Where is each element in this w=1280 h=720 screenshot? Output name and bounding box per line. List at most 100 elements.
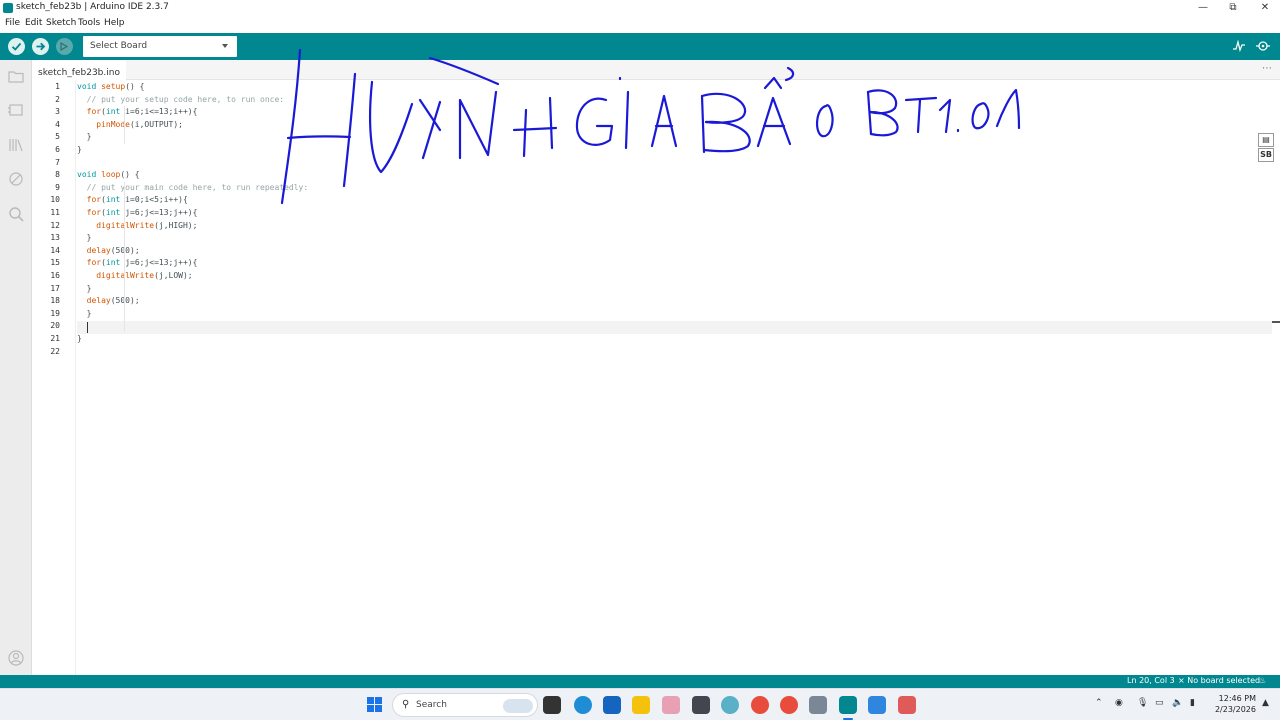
- cursor-position: Ln 20, Col 3: [1127, 676, 1175, 685]
- serial-monitor-icon[interactable]: [1256, 39, 1270, 53]
- code-line[interactable]: // put your main code here, to run repea…: [77, 182, 309, 195]
- windows-taskbar: ⚲ Search ⌃ ◉ 🎙 ▭ 🔈 ▮ 12:46 PM 2/23/2026 …: [0, 688, 1280, 720]
- windows-logo-icon: [367, 697, 374, 704]
- edge-icon[interactable]: [574, 696, 592, 714]
- line-number: 7: [55, 157, 60, 167]
- side-panel-badge[interactable]: SB: [1258, 148, 1274, 162]
- snipping-tool-icon[interactable]: [898, 696, 916, 714]
- code-area[interactable]: void setup() { // put your setup code he…: [77, 80, 1267, 675]
- text-cursor: [87, 322, 88, 333]
- notifications-icon[interactable]: ▲: [1262, 698, 1269, 708]
- serial-plotter-icon[interactable]: [1232, 39, 1246, 53]
- microphone-icon[interactable]: 🎙: [1137, 698, 1148, 708]
- clock-time: 12:46 PM: [1218, 694, 1256, 703]
- code-line[interactable]: }: [77, 144, 82, 157]
- display-icon[interactable]: ▭: [1155, 698, 1164, 708]
- line-number: 10: [50, 195, 60, 205]
- boards-manager-icon[interactable]: [7, 101, 25, 119]
- photos-app-icon[interactable]: [868, 696, 886, 714]
- code-line[interactable]: delay(500);: [77, 295, 140, 308]
- verify-button[interactable]: [8, 38, 25, 55]
- code-line[interactable]: }: [77, 131, 92, 144]
- line-number: 1: [55, 82, 60, 91]
- code-line[interactable]: void setup() {: [77, 81, 144, 94]
- outline-icon[interactable]: ▤: [1258, 133, 1274, 147]
- library-manager-icon[interactable]: [7, 136, 25, 154]
- code-line[interactable]: }: [77, 308, 92, 321]
- word-app-icon[interactable]: [603, 696, 621, 714]
- arrow-right-icon: [36, 42, 46, 51]
- code-line[interactable]: digitalWrite(j,LOW);: [77, 270, 192, 283]
- close-button[interactable]: ✕: [1250, 0, 1280, 16]
- code-line[interactable]: }: [77, 333, 82, 346]
- task-view-icon[interactable]: [543, 696, 561, 714]
- line-number: 8: [55, 170, 60, 180]
- tab-label: sketch_feb23b.ino: [38, 68, 120, 78]
- menu-bar: File Edit Sketch Tools Help: [0, 16, 1280, 32]
- code-line[interactable]: void loop() {: [77, 169, 140, 182]
- start-button[interactable]: [367, 697, 383, 713]
- chrome-icon[interactable]: [751, 696, 769, 714]
- board-status[interactable]: × No board selected: [1178, 676, 1260, 685]
- volume-icon[interactable]: 🔈: [1172, 698, 1183, 708]
- line-number: 14: [50, 245, 60, 255]
- code-line[interactable]: [77, 320, 87, 333]
- maximize-button[interactable]: ⧉: [1218, 0, 1248, 16]
- line-number: 9: [55, 182, 60, 192]
- menu-help[interactable]: Help: [104, 18, 125, 28]
- line-number: 15: [50, 258, 60, 268]
- code-line[interactable]: }: [77, 283, 92, 296]
- more-options-icon[interactable]: ⋯: [1262, 63, 1272, 74]
- line-number: 11: [50, 208, 60, 217]
- app-tray-icon[interactable]: ◉: [1115, 698, 1123, 708]
- debug-panel-icon[interactable]: [7, 170, 25, 188]
- scrollbar-marker: [1272, 321, 1280, 323]
- menu-sketch[interactable]: Sketch: [46, 18, 76, 28]
- code-line[interactable]: for(int j=6;j<=13;j++){: [77, 207, 198, 220]
- battery-icon[interactable]: ▮: [1190, 698, 1195, 708]
- chevron-down-icon: [222, 44, 228, 48]
- tab-sketch-file[interactable]: sketch_feb23b.ino: [32, 60, 126, 80]
- code-line[interactable]: for(int i=0;i<5;i++){: [77, 194, 188, 207]
- taskbar-search[interactable]: ⚲ Search: [392, 693, 538, 717]
- line-number: 21: [50, 334, 60, 343]
- code-line[interactable]: delay(500);: [77, 245, 140, 258]
- indent-guide: [124, 182, 125, 332]
- code-line[interactable]: for(int j=6;j<=13;j++){: [77, 257, 198, 270]
- notification-bell-icon[interactable]: ♨: [1259, 676, 1266, 685]
- code-line[interactable]: for(int i=6;i<=13;i++){: [77, 106, 198, 119]
- line-number: 13: [50, 233, 60, 243]
- system-clock[interactable]: 12:46 PM 2/23/2026: [1210, 693, 1256, 715]
- search-icon[interactable]: [7, 205, 25, 223]
- code-line[interactable]: // put your setup code here, to run once…: [77, 94, 284, 107]
- debug-button[interactable]: [56, 38, 73, 55]
- menu-file[interactable]: File: [5, 18, 20, 28]
- arduino-taskbar-icon[interactable]: [839, 696, 857, 714]
- file-explorer-icon[interactable]: [632, 696, 650, 714]
- line-number: 6: [55, 145, 60, 154]
- menu-tools[interactable]: Tools: [78, 18, 100, 28]
- show-hidden-icons[interactable]: ⌃: [1095, 698, 1103, 708]
- account-icon[interactable]: [7, 649, 25, 667]
- board-select-dropdown[interactable]: Select Board: [83, 36, 237, 57]
- clock-date: 2/23/2026: [1214, 705, 1256, 714]
- editor-tab-bar: sketch_feb23b.ino ⋯: [32, 60, 1280, 80]
- minimize-button[interactable]: —: [1188, 0, 1218, 16]
- code-editor[interactable]: 1 2 3 4 5 6 7 8 9 10 11 12 13 14 15 16 17 18 19 20 21 22 void…: [32, 80, 1280, 675]
- paint-app-icon[interactable]: [662, 696, 680, 714]
- app-icon-tools[interactable]: [809, 696, 827, 714]
- folder-icon[interactable]: [7, 67, 25, 85]
- menu-edit[interactable]: Edit: [25, 18, 42, 28]
- chrome-profile-icon[interactable]: [780, 696, 798, 714]
- code-line[interactable]: pinMode(i,OUTPUT);: [77, 119, 183, 132]
- line-number: 3: [55, 107, 60, 117]
- upload-button[interactable]: [32, 38, 49, 55]
- line-number-gutter: 1 2 3 4 5 6 7 8 9 10 11 12 13 14 15 16 17 18 19 20 21 22: [32, 80, 76, 675]
- title-bar: sketch_feb23b | Arduino IDE 2.3.7 — ⧉ ✕: [0, 0, 1280, 16]
- app-icon-globe[interactable]: [721, 696, 739, 714]
- code-line[interactable]: digitalWrite(j,HIGH);: [77, 220, 197, 233]
- left-sidebar: [0, 60, 32, 675]
- app-icon-cube[interactable]: [692, 696, 710, 714]
- code-line[interactable]: }: [77, 232, 92, 245]
- close-icon: ×: [1178, 676, 1185, 685]
